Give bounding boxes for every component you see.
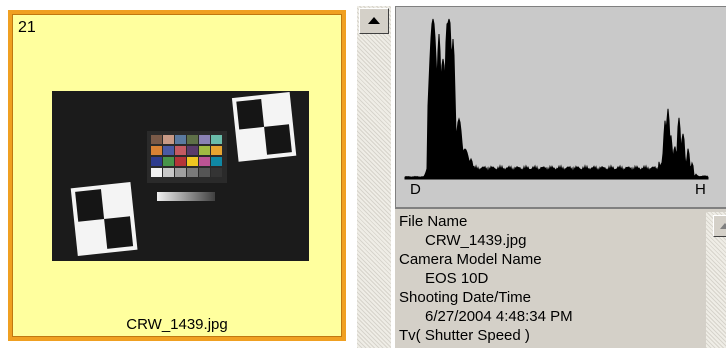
info-value-camera-model: EOS 10D [425,270,489,287]
info-label-file-name: File Name [399,213,468,230]
info-label-shutter-speed: Tv( Shutter Speed ) [399,327,530,344]
histogram-highlight-label: H [695,181,706,198]
thumbnail-scrollbar[interactable] [357,6,391,348]
info-label-shooting-date: Shooting Date/Time [399,289,532,306]
info-value-shooting-date: 6/27/2004 4:48:34 PM [425,308,573,325]
scroll-up-button[interactable] [359,8,389,34]
image-info-list: File Name CRW_1439.jpg Camera Model Name… [399,212,699,345]
thumbnail-filename: CRW_1439.jpg [126,316,228,333]
histogram-graph [403,14,713,199]
info-label-camera-model: Camera Model Name [399,251,542,268]
thumbnail-index: 21 [18,19,36,36]
up-arrow-icon [720,222,726,229]
up-arrow-icon [368,17,380,24]
info-scroll-up-button[interactable] [713,215,726,237]
histogram-dark-label: D [410,181,421,198]
thumbnail-image[interactable] [52,91,309,261]
info-value-file-name: CRW_1439.jpg [425,232,527,249]
